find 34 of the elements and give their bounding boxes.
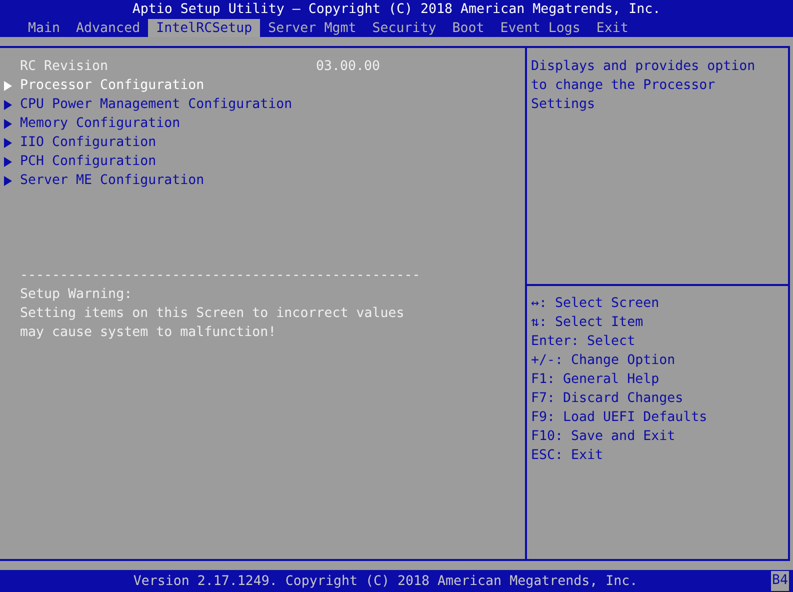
help-text: Settings <box>531 96 596 114</box>
key-hint: Enter: Select <box>531 333 636 351</box>
warning-text: may cause system to malfunction! <box>20 324 278 342</box>
submenu-item[interactable]: IIO Configuration <box>20 133 156 152</box>
setting-label: RC Revision <box>19 58 110 76</box>
key-hint: F1: General Help <box>531 371 660 389</box>
key-hint: F10: Save and Exit <box>531 428 676 446</box>
menu-tab[interactable]: Main <box>20 19 68 37</box>
menu-tab[interactable]: Boot <box>444 19 492 37</box>
key-hint: F9: Load UEFI Defaults <box>531 409 708 427</box>
submenu-item[interactable]: CPU Power Management Configuration <box>20 95 292 114</box>
menu-tab[interactable]: Advanced <box>68 19 148 37</box>
version-text: Version 2.17.1249. Copyright (C) 2018 American Megatrends, Inc. <box>133 572 638 590</box>
key-hint: F7: Discard Changes <box>531 390 684 408</box>
setting-value: 03.00.00 <box>316 58 380 76</box>
menu-tab[interactable]: Security <box>364 19 444 37</box>
key-hint: ⇅: Select Item <box>531 314 644 332</box>
status-badge: B4 <box>770 571 789 591</box>
menu-tab[interactable]: Event Logs <box>492 19 588 37</box>
key-hint: ESC: Exit <box>531 447 604 465</box>
submenu-item[interactable]: PCH Configuration <box>20 152 156 171</box>
submenu-item[interactable]: Memory Configuration <box>20 114 180 133</box>
key-hint: +/-: Change Option <box>531 352 676 370</box>
warning-text: Setup Warning: <box>20 286 134 304</box>
menu-tab[interactable]: Exit <box>588 19 636 37</box>
warning-text: Setting items on this Screen to incorrect values <box>20 305 406 323</box>
menu-tab[interactable]: IntelRCSetup <box>148 19 260 37</box>
help-text: Displays and provides option <box>531 58 756 76</box>
key-hint: ↔: Select Screen <box>531 295 660 313</box>
separator-line: -------------------------------------------------- <box>19 267 422 285</box>
help-text: to change the Processor <box>531 77 716 95</box>
window-title: Aptio Setup Utility – Copyright (C) 2018 American Megatrends, Inc. <box>132 1 661 19</box>
menu-tab[interactable]: Server Mgmt <box>260 19 364 37</box>
submenu-item[interactable]: Server ME Configuration <box>20 171 204 190</box>
